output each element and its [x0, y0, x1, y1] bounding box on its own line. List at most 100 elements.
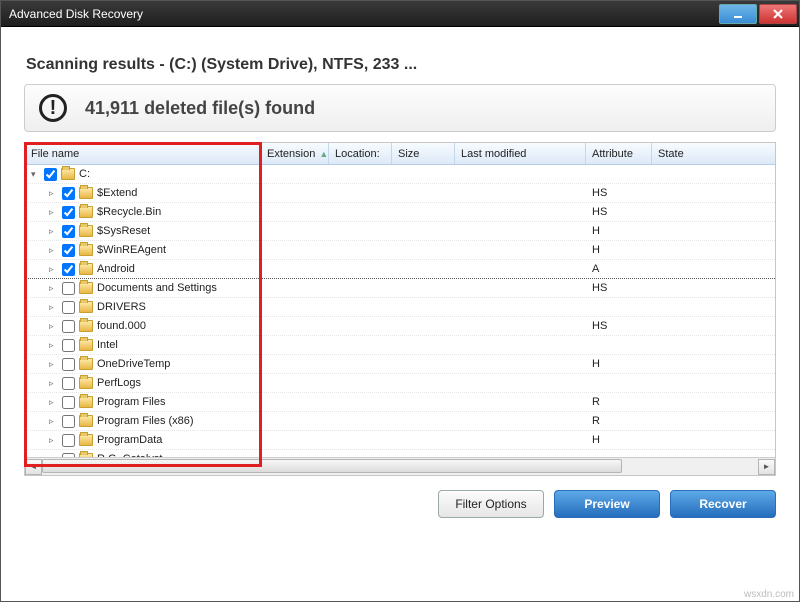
window-titlebar: Advanced Disk Recovery: [1, 1, 799, 27]
table-row[interactable]: ▹ PerfLogs: [25, 374, 775, 393]
expand-icon[interactable]: ▹: [49, 321, 56, 332]
row-checkbox[interactable]: [62, 358, 75, 371]
row-checkbox[interactable]: [62, 244, 75, 257]
table-row[interactable]: ▹Intel: [25, 336, 775, 355]
folder-icon: [79, 415, 93, 427]
table-row[interactable]: ▹Program FilesR: [25, 393, 775, 412]
expand-icon[interactable]: ▹: [49, 397, 56, 408]
expand-icon[interactable]: ▹: [49, 245, 56, 256]
row-checkbox[interactable]: [62, 282, 75, 295]
cell-filename: ▹found.000: [25, 317, 261, 336]
cell-filename: ▹ $SysReset: [25, 222, 261, 241]
row-checkbox[interactable]: [62, 206, 75, 219]
row-checkbox[interactable]: [62, 187, 75, 200]
row-checkbox[interactable]: [62, 453, 75, 458]
table-row[interactable]: ▹ProgramDataH: [25, 431, 775, 450]
row-name-label: DRIVERS: [97, 301, 146, 313]
minimize-button[interactable]: [719, 4, 757, 24]
cell-filename: ▹Intel: [25, 336, 261, 355]
sort-asc-icon: ▲: [319, 149, 328, 159]
row-checkbox[interactable]: [62, 434, 75, 447]
row-checkbox[interactable]: [62, 320, 75, 333]
cell-filename: ▹R.G. Catalyst: [25, 450, 261, 458]
row-checkbox[interactable]: [62, 301, 75, 314]
table-row[interactable]: ▹ DRIVERS: [25, 298, 775, 317]
scroll-track[interactable]: [42, 459, 758, 475]
cell-filename: ▹ DRIVERS: [25, 298, 261, 317]
expand-icon[interactable]: ▹: [49, 454, 56, 458]
table-row[interactable]: ▾C:: [25, 165, 775, 184]
cell-attribute: R: [586, 396, 652, 408]
cell-filename: ▹ PerfLogs: [25, 374, 261, 393]
expand-icon[interactable]: ▹: [49, 416, 56, 427]
row-checkbox[interactable]: [44, 168, 57, 181]
row-checkbox[interactable]: [62, 377, 75, 390]
table-row[interactable]: ▹Program Files (x86)R: [25, 412, 775, 431]
row-checkbox[interactable]: [62, 415, 75, 428]
col-location[interactable]: Location:: [329, 143, 392, 164]
table-row[interactable]: ▹AndroidA: [25, 260, 775, 279]
folder-icon: [79, 206, 93, 218]
col-extension[interactable]: Extension▲: [261, 143, 329, 164]
expand-icon[interactable]: ▹: [49, 283, 56, 294]
folder-icon: [79, 434, 93, 446]
folder-icon: [79, 339, 93, 351]
watermark: wsxdn.com: [744, 589, 794, 600]
row-name-label: $SysReset: [97, 225, 150, 237]
expand-icon[interactable]: ▹: [49, 435, 56, 446]
scroll-left-arrow[interactable]: ◄: [25, 459, 42, 475]
folder-icon: [79, 396, 93, 408]
folder-icon: [79, 301, 93, 313]
col-state[interactable]: State: [652, 143, 762, 164]
table-row[interactable]: ▹OneDriveTempH: [25, 355, 775, 374]
table-row[interactable]: ▹$ExtendHS: [25, 184, 775, 203]
expand-icon[interactable]: ▹: [49, 226, 56, 237]
expand-icon[interactable]: ▹: [49, 378, 56, 389]
col-attribute[interactable]: Attribute: [586, 143, 652, 164]
row-name-label: $WinREAgent: [97, 244, 166, 256]
preview-button[interactable]: Preview: [554, 490, 660, 518]
row-checkbox[interactable]: [62, 263, 75, 276]
expand-icon[interactable]: ▹: [49, 340, 56, 351]
table-row[interactable]: ▹R.G. Catalyst: [25, 450, 775, 457]
recover-button[interactable]: Recover: [670, 490, 776, 518]
col-filename[interactable]: File name: [25, 143, 261, 164]
table-row[interactable]: ▹ $SysReset H: [25, 222, 775, 241]
expand-icon[interactable]: ▹: [49, 188, 56, 199]
expand-icon[interactable]: ▹: [49, 359, 56, 370]
cell-attribute: HS: [586, 187, 652, 199]
folder-icon: [79, 320, 93, 332]
row-checkbox[interactable]: [62, 396, 75, 409]
horizontal-scrollbar[interactable]: ◄ ►: [25, 457, 775, 475]
table-row[interactable]: ▹ Documents and Settings HS: [25, 279, 775, 298]
row-name-label: PerfLogs: [97, 377, 141, 389]
row-checkbox[interactable]: [62, 225, 75, 238]
summary-panel: ! 41,911 deleted file(s) found: [24, 84, 776, 132]
row-checkbox[interactable]: [62, 339, 75, 352]
scroll-right-arrow[interactable]: ►: [758, 459, 775, 475]
table-row[interactable]: ▹$WinREAgentH: [25, 241, 775, 260]
minimize-icon: [732, 8, 744, 20]
expand-icon[interactable]: ▹: [49, 207, 56, 218]
folder-icon: [79, 358, 93, 370]
folder-icon: [79, 377, 93, 389]
col-size[interactable]: Size: [392, 143, 455, 164]
collapse-icon[interactable]: ▾: [31, 169, 38, 180]
col-modified[interactable]: Last modified: [455, 143, 586, 164]
scroll-thumb[interactable]: [42, 459, 622, 473]
row-name-label: Program Files (x86): [97, 415, 194, 427]
close-button[interactable]: [759, 4, 797, 24]
results-body[interactable]: ▾C:▹$ExtendHS▹$Recycle.BinHS▹$SysResetH▹…: [25, 165, 775, 457]
cell-attribute: H: [586, 225, 652, 237]
window-title: Advanced Disk Recovery: [9, 7, 143, 21]
cell-filename: ▹ Program Files (x86): [25, 412, 261, 431]
table-row[interactable]: ▹found.000HS: [25, 317, 775, 336]
filter-options-button[interactable]: Filter Options: [438, 490, 544, 518]
expand-icon[interactable]: ▹: [49, 302, 56, 313]
expand-icon[interactable]: ▹: [49, 264, 56, 275]
table-row[interactable]: ▹$Recycle.BinHS: [25, 203, 775, 222]
cell-filename: ▹ProgramData: [25, 431, 261, 450]
row-name-label: Documents and Settings: [97, 282, 217, 294]
cell-attribute: H: [586, 358, 652, 370]
cell-attribute: HS: [586, 282, 652, 294]
